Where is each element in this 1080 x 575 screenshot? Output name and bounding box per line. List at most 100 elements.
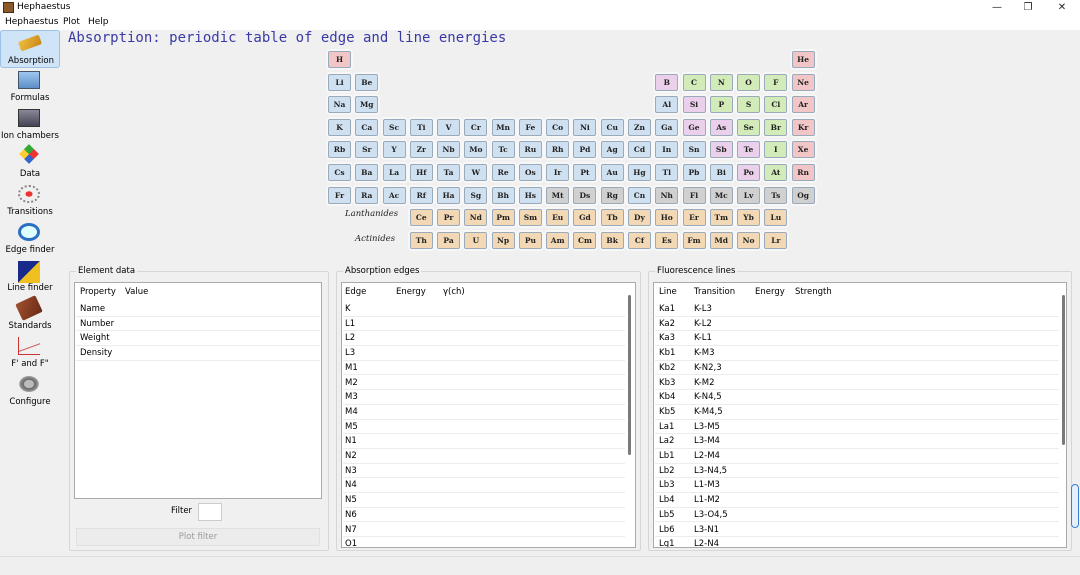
table-row[interactable]: Kb3 K-M2 bbox=[655, 376, 1059, 391]
minimize-button[interactable]: — bbox=[980, 0, 1014, 16]
table-row[interactable]: Kb1 K-M3 bbox=[655, 346, 1059, 361]
element-mg[interactable]: Mg bbox=[355, 96, 379, 114]
element-ts[interactable]: Ts bbox=[764, 186, 788, 204]
element-tc[interactable]: Tc bbox=[491, 141, 515, 159]
element-am[interactable]: Am bbox=[546, 231, 570, 249]
table-row[interactable]: Ka3 K-L1 bbox=[655, 331, 1059, 347]
element-er[interactable]: Er bbox=[682, 209, 706, 227]
table-row[interactable]: Number bbox=[76, 317, 320, 332]
element-as[interactable]: As bbox=[709, 118, 733, 136]
element-yb[interactable]: Yb bbox=[737, 209, 761, 227]
element-ge[interactable]: Ge bbox=[682, 118, 706, 136]
column-header-property[interactable]: Property bbox=[80, 287, 116, 297]
element-in[interactable]: In bbox=[655, 141, 679, 159]
table-row[interactable]: Lb6 L3-N1 bbox=[655, 523, 1059, 538]
element-ar[interactable]: Ar bbox=[791, 96, 815, 114]
element-li[interactable]: Li bbox=[328, 73, 351, 91]
element-rn[interactable]: Rn bbox=[791, 164, 815, 181]
element-zr[interactable]: Zr bbox=[409, 141, 433, 159]
element-md[interactable]: Md bbox=[709, 231, 733, 249]
element-y[interactable]: Y bbox=[382, 141, 406, 159]
element-k[interactable]: K bbox=[328, 118, 351, 136]
edges-scrollbar[interactable] bbox=[628, 295, 631, 455]
element-bk[interactable]: Bk bbox=[600, 231, 624, 249]
table-row[interactable]: M1 bbox=[343, 361, 625, 376]
tool-edge-finder[interactable]: Edge finder bbox=[0, 220, 60, 258]
table-row[interactable]: N3 bbox=[343, 464, 625, 479]
element-os[interactable]: Os bbox=[518, 164, 542, 181]
element-be[interactable]: Be bbox=[355, 73, 379, 91]
element-pu[interactable]: Pu bbox=[518, 231, 542, 249]
element-cn[interactable]: Cn bbox=[627, 186, 651, 204]
tool-line-finder[interactable]: Line finder bbox=[0, 258, 60, 296]
element-ho[interactable]: Ho bbox=[655, 209, 679, 227]
element-al[interactable]: Al bbox=[655, 96, 679, 114]
element-fr[interactable]: Fr bbox=[328, 186, 351, 204]
element-tm[interactable]: Tm bbox=[709, 209, 733, 227]
element-eu[interactable]: Eu bbox=[546, 209, 570, 227]
menu-plot[interactable]: Plot bbox=[63, 17, 80, 27]
element-og[interactable]: Og bbox=[791, 186, 815, 204]
table-row[interactable]: La2 L3-M4 bbox=[655, 434, 1059, 449]
element-au[interactable]: Au bbox=[600, 164, 624, 181]
table-row[interactable]: Lb3 L1-M3 bbox=[655, 478, 1059, 494]
tool-ion-chambers[interactable]: Ion chambers bbox=[0, 106, 60, 144]
element-ta[interactable]: Ta bbox=[437, 164, 461, 181]
element-w[interactable]: W bbox=[464, 164, 488, 181]
table-row[interactable]: Lg1 L2-N4 bbox=[655, 537, 1059, 547]
table-row[interactable]: O1 bbox=[343, 537, 625, 547]
table-row[interactable]: N7 bbox=[343, 523, 625, 538]
tool-f-and-f[interactable]: F' and F" bbox=[0, 334, 60, 372]
menu-hephaestus[interactable]: Hephaestus bbox=[5, 17, 58, 27]
element-no[interactable]: No bbox=[737, 231, 761, 249]
element-c[interactable]: C bbox=[682, 73, 706, 91]
window-scrollbar-thumb[interactable] bbox=[1071, 484, 1079, 528]
table-row[interactable]: Ka1 K-L3 bbox=[655, 302, 1059, 317]
table-row[interactable]: N5 bbox=[343, 493, 625, 508]
element-ra[interactable]: Ra bbox=[355, 186, 379, 204]
column-header-energy[interactable]: Energy bbox=[755, 287, 785, 297]
element-po[interactable]: Po bbox=[737, 164, 761, 181]
element-ba[interactable]: Ba bbox=[355, 164, 379, 181]
element-br[interactable]: Br bbox=[764, 118, 788, 136]
element-cf[interactable]: Cf bbox=[627, 231, 651, 249]
table-row[interactable]: L2 bbox=[343, 331, 625, 347]
element-sn[interactable]: Sn bbox=[682, 141, 706, 159]
table-row[interactable]: Kb5 K-M4,5 bbox=[655, 405, 1059, 420]
table-row[interactable]: L3 bbox=[343, 346, 625, 361]
element-fl[interactable]: Fl bbox=[682, 186, 706, 204]
column-header-value[interactable]: Value bbox=[125, 287, 148, 297]
element-pb[interactable]: Pb bbox=[682, 164, 706, 181]
element-sr[interactable]: Sr bbox=[355, 141, 379, 159]
element-np[interactable]: Np bbox=[491, 231, 515, 249]
table-row[interactable]: Kb4 K-N4,5 bbox=[655, 390, 1059, 405]
element-ac[interactable]: Ac bbox=[382, 186, 406, 204]
element-nh[interactable]: Nh bbox=[655, 186, 679, 204]
element-ti[interactable]: Ti bbox=[409, 118, 433, 136]
element-p[interactable]: P bbox=[709, 96, 733, 114]
element-ni[interactable]: Ni bbox=[573, 118, 597, 136]
fluorescence-lines-list[interactable]: Line Transition Energy Strength Ka1 K-L3 K… bbox=[653, 282, 1067, 548]
element-si[interactable]: Si bbox=[682, 96, 706, 114]
element-hf[interactable]: Hf bbox=[409, 164, 433, 181]
tool-transitions[interactable]: Transitions bbox=[0, 182, 60, 220]
element-u[interactable]: U bbox=[464, 231, 488, 249]
element-sc[interactable]: Sc bbox=[382, 118, 406, 136]
filter-input[interactable] bbox=[198, 503, 222, 521]
element-mc[interactable]: Mc bbox=[709, 186, 733, 204]
element-ru[interactable]: Ru bbox=[518, 141, 542, 159]
element-hs[interactable]: Hs bbox=[518, 186, 542, 204]
element-cr[interactable]: Cr bbox=[464, 118, 488, 136]
element-xe[interactable]: Xe bbox=[791, 141, 815, 159]
close-button[interactable]: ✕ bbox=[1045, 0, 1079, 16]
element-th[interactable]: Th bbox=[409, 231, 433, 249]
table-row[interactable]: Lb2 L3-N4,5 bbox=[655, 464, 1059, 479]
element-pa[interactable]: Pa bbox=[437, 231, 461, 249]
table-row[interactable]: M3 bbox=[343, 390, 625, 405]
element-cm[interactable]: Cm bbox=[573, 231, 597, 249]
maximize-button[interactable]: ❐ bbox=[1011, 0, 1045, 16]
element-ds[interactable]: Ds bbox=[573, 186, 597, 204]
element-rf[interactable]: Rf bbox=[409, 186, 433, 204]
element-dy[interactable]: Dy bbox=[627, 209, 651, 227]
table-row[interactable]: Name bbox=[76, 302, 320, 317]
